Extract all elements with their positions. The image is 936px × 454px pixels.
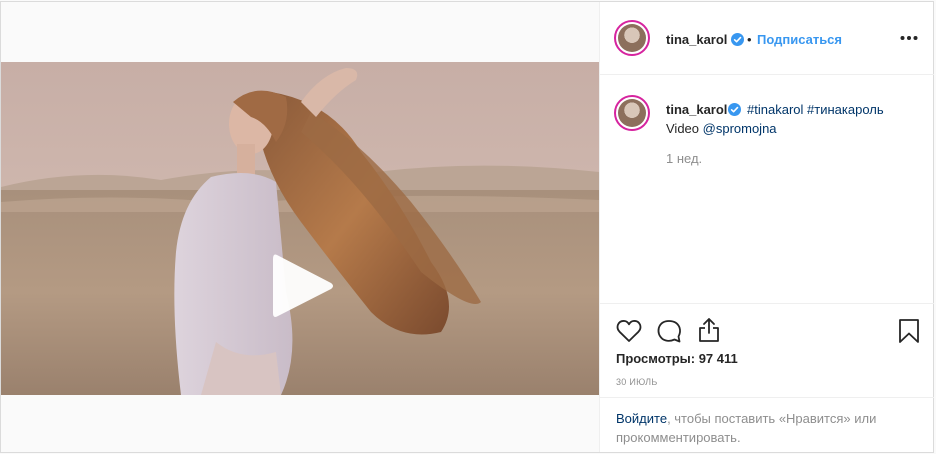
post-media-area <box>1 2 599 452</box>
share-icon[interactable] <box>696 317 722 343</box>
caption-video-label: Video <box>666 121 700 136</box>
bookmark-icon[interactable] <box>896 318 922 344</box>
instagram-post: tina_karol • Подписаться tina_karol #tin… <box>0 1 934 453</box>
post-header: tina_karol • Подписаться <box>600 2 934 75</box>
follow-button[interactable]: Подписаться <box>757 32 842 47</box>
avatar[interactable] <box>614 20 650 56</box>
video-frame-image <box>1 62 599 395</box>
login-link[interactable]: Войдите <box>616 411 667 426</box>
caption-time-ago[interactable]: 1 нед. <box>666 151 702 166</box>
hashtag-link[interactable]: #тинакароль <box>807 102 884 117</box>
post-side-panel: tina_karol • Подписаться tina_karol #tin… <box>599 2 934 452</box>
mention-link[interactable]: @spromojna <box>703 121 777 136</box>
video-player[interactable] <box>1 62 599 395</box>
caption-username[interactable]: tina_karol <box>666 102 727 117</box>
login-prompt: Войдите, чтобы поставить «Нравится» или … <box>600 397 934 453</box>
caption-avatar[interactable] <box>614 95 650 131</box>
more-horizontal-icon[interactable] <box>900 30 918 46</box>
post-date[interactable]: 30 ИЮЛЬ <box>616 377 658 387</box>
verified-badge-icon <box>731 33 744 46</box>
comment-icon[interactable] <box>656 318 682 344</box>
views-count[interactable]: Просмотры: 97 411 <box>616 351 738 366</box>
header-username[interactable]: tina_karol <box>666 32 727 47</box>
caption-block: tina_karol #tinakarol #тинакароль Video … <box>600 75 934 303</box>
verified-badge-icon <box>728 103 742 116</box>
play-icon[interactable] <box>269 251 337 321</box>
hashtag-link[interactable]: #tinakarol <box>747 102 803 117</box>
separator-dot: • <box>747 32 752 47</box>
login-prompt-text: Войдите, чтобы поставить «Нравится» или … <box>616 409 916 447</box>
heart-icon[interactable] <box>616 318 642 344</box>
caption-text: tina_karol #tinakarol #тинакароль Video … <box>666 100 916 138</box>
